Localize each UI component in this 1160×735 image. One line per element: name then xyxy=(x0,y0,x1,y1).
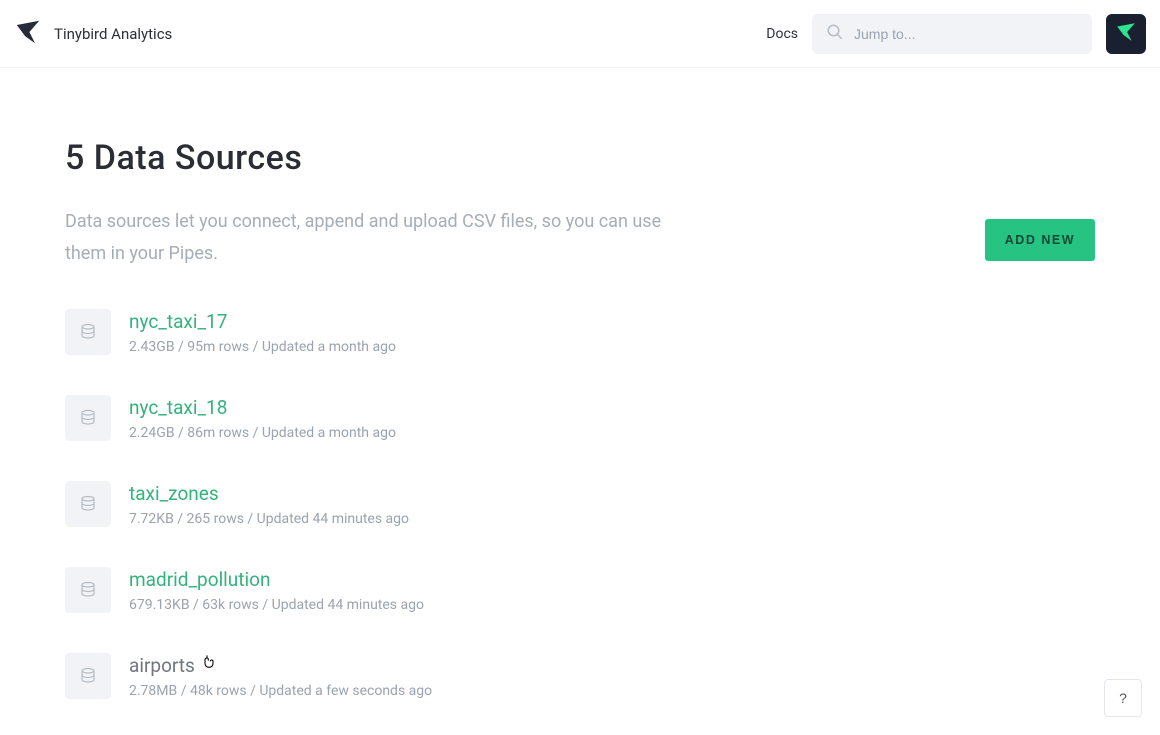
header-right: Docs xyxy=(766,14,1146,54)
database-icon xyxy=(65,395,111,441)
datasource-row[interactable]: airports 2.78MB / 48k rows / Updated a f… xyxy=(65,653,1095,699)
datasource-meta: 2.24GB / 86m rows / Updated a month ago xyxy=(129,425,396,441)
datasource-body: nyc_taxi_17 2.43GB / 95m rows / Updated … xyxy=(129,310,396,355)
datasource-row[interactable]: nyc_taxi_18 2.24GB / 86m rows / Updated … xyxy=(65,395,1095,441)
datasource-name: nyc_taxi_17 xyxy=(129,310,396,333)
help-button[interactable]: ? xyxy=(1104,679,1142,717)
page-subtitle: Data sources let you connect, append and… xyxy=(65,206,705,273)
account-avatar[interactable] xyxy=(1106,14,1146,54)
search[interactable] xyxy=(812,14,1092,54)
database-icon xyxy=(65,481,111,527)
datasource-name: madrid_pollution xyxy=(129,568,424,591)
datasource-meta: 7.72KB / 265 rows / Updated 44 minutes a… xyxy=(129,511,409,527)
datasource-meta: 2.78MB / 48k rows / Updated a few second… xyxy=(129,683,432,699)
search-icon xyxy=(826,23,844,45)
database-icon xyxy=(65,309,111,355)
brand[interactable]: Tinybird Analytics xyxy=(14,18,172,50)
bird-icon xyxy=(1115,21,1137,47)
datasource-body: madrid_pollution 679.13KB / 63k rows / U… xyxy=(129,568,424,613)
datasource-name: airports xyxy=(129,654,432,677)
datasource-body: nyc_taxi_18 2.24GB / 86m rows / Updated … xyxy=(129,396,396,441)
search-input[interactable] xyxy=(854,26,1078,42)
database-icon xyxy=(65,653,111,699)
database-icon xyxy=(65,567,111,613)
datasource-body: taxi_zones 7.72KB / 265 rows / Updated 4… xyxy=(129,482,409,527)
datasource-meta: 679.13KB / 63k rows / Updated 44 minutes… xyxy=(129,597,424,613)
datasource-row[interactable]: taxi_zones 7.72KB / 265 rows / Updated 4… xyxy=(65,481,1095,527)
datasource-name: taxi_zones xyxy=(129,482,409,505)
subtitle-row: Data sources let you connect, append and… xyxy=(65,206,1095,273)
main: 5 Data Sources Data sources let you conn… xyxy=(0,68,1160,735)
datasource-body: airports 2.78MB / 48k rows / Updated a f… xyxy=(129,654,432,699)
brand-name: Tinybird Analytics xyxy=(54,25,172,43)
brand-logo-icon xyxy=(14,18,42,50)
datasource-name: nyc_taxi_18 xyxy=(129,396,396,419)
header: Tinybird Analytics Docs xyxy=(0,0,1160,68)
page-title: 5 Data Sources xyxy=(65,138,1095,178)
docs-link[interactable]: Docs xyxy=(766,26,798,42)
datasource-meta: 2.43GB / 95m rows / Updated a month ago xyxy=(129,339,396,355)
add-new-button[interactable]: ADD NEW xyxy=(985,219,1095,261)
datasource-row[interactable]: madrid_pollution 679.13KB / 63k rows / U… xyxy=(65,567,1095,613)
datasource-list: nyc_taxi_17 2.43GB / 95m rows / Updated … xyxy=(65,309,1095,699)
datasource-row[interactable]: nyc_taxi_17 2.43GB / 95m rows / Updated … xyxy=(65,309,1095,355)
